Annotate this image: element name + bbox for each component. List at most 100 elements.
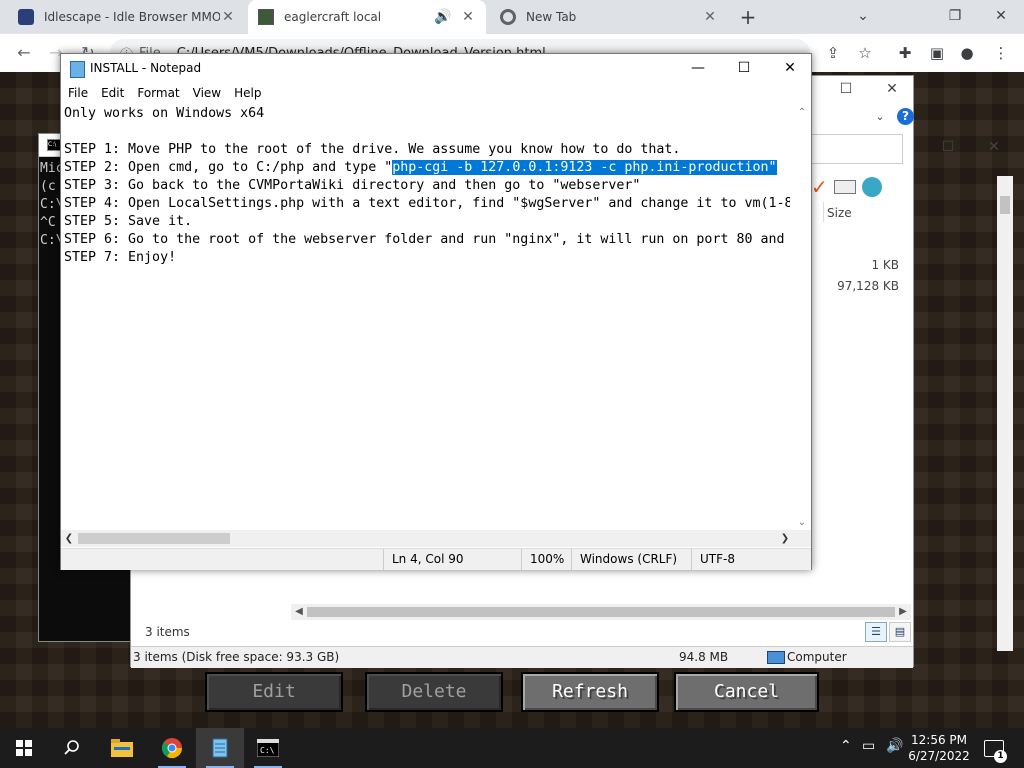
profile-avatar-icon[interactable]: ● [956,42,978,64]
network-icon[interactable]: ▭ [862,738,875,754]
chrome-taskbar-icon[interactable] [148,728,196,768]
text-line: STEP 4: Open LocalSettings.php with a te… [64,196,790,211]
cancel-button[interactable]: Cancel [674,672,819,712]
audio-playing-icon[interactable]: 🔊 [434,9,451,25]
large-icons-view-icon[interactable]: ▤ [889,622,911,642]
item-count: 3 items [145,625,190,639]
chevron-down-icon[interactable]: ⌄ [840,0,886,32]
text-line: STEP 1: Move PHP to the root of the driv… [64,142,681,157]
scroll-down-icon[interactable]: ⌄ [794,517,810,528]
notepad-taskbar-icon[interactable] [196,728,244,768]
explorer-maximize-icon-2[interactable]: ☐ [933,134,963,160]
text-line [64,123,790,141]
status-line-ending: Windows (CRLF) [571,549,691,570]
menu-edit[interactable]: Edit [94,86,130,100]
column-divider [823,202,824,222]
view-buttons: ☰ ▤ [865,622,911,642]
file-explorer-taskbar-icon[interactable] [98,728,146,768]
drive-icon[interactable] [833,180,856,194]
command-prompt-taskbar-icon[interactable]: C:\ [244,728,292,768]
file-size-1: 1 KB [871,258,899,272]
tab-label: New Tab [526,10,577,24]
maximize-icon[interactable]: ☐ [721,54,767,82]
close-window-icon[interactable]: ✕ [978,0,1024,32]
clock-date: 6/27/2022 [908,749,970,763]
text-line: STEP 7: Enjoy! [64,250,177,265]
notification-count-badge: 1 [994,750,1007,763]
text-segment: STEP 2: Open cmd, go to C:/php and type … [64,160,393,175]
notepad-vertical-scrollbar[interactable]: ⌃ ⌄ [794,105,810,530]
scroll-thumb[interactable] [1000,196,1010,214]
scroll-left-icon[interactable]: ❮ [61,530,77,547]
status-items-free-space: 3 items (Disk free space: 93.3 GB) [133,650,340,664]
details-view-icon[interactable]: ☰ [865,622,887,642]
clock-time: 12:56 PM [911,733,967,747]
svg-text:C:\: C:\ [260,746,275,755]
side-panel-icon[interactable]: ▣ [926,42,948,64]
status-cursor-position: Ln 4, Col 90 [383,549,521,570]
file-size-2: 97,128 KB [837,279,899,293]
explorer-horizontal-scrollbar[interactable]: ◀ ▶ [291,604,911,620]
notepad-window[interactable]: INSTALL - Notepad — ☐ ✕ File Edit Format… [60,53,812,570]
explorer-search-input[interactable] [811,134,903,164]
chrome-favicon-icon [500,9,516,25]
explorer-close-icon-2[interactable]: ✕ [979,134,1009,160]
explorer-status-bar: 3 items (Disk free space: 93.3 GB) 94.8 … [131,646,913,668]
explorer-close-icon[interactable]: ✕ [877,76,907,102]
menu-kebab-icon[interactable]: ⋮ [990,42,1012,64]
scroll-left-icon[interactable]: ◀ [291,604,307,620]
column-header-size[interactable]: Size [827,206,852,220]
share-icon[interactable]: ⇪ [822,42,844,64]
search-icon[interactable] [48,728,96,768]
delete-button[interactable]: Delete [365,672,503,712]
notepad-horizontal-scrollbar[interactable]: ❮ ❯ [61,530,811,547]
system-clock[interactable]: 12:56 PM 6/27/2022 [904,732,974,764]
notepad-status-bar: Ln 4, Col 90 100% Windows (CRLF) UTF-8 [61,548,811,570]
menu-format[interactable]: Format [130,86,185,100]
tab-close-icon[interactable]: ✕ [220,9,236,25]
close-icon[interactable]: ✕ [767,54,813,82]
ribbon-expand-chevron-icon[interactable]: ⌄ [865,104,895,130]
edit-button[interactable]: Edit [205,672,343,712]
tab-label: eaglercraft local [284,10,382,24]
scroll-right-icon[interactable]: ❯ [777,530,793,547]
scroll-right-icon[interactable]: ▶ [895,604,911,620]
tab-close-icon[interactable]: ✕ [702,9,718,25]
notepad-menu-bar: File Edit Format View Help [61,82,811,104]
explorer-vertical-scrollbar[interactable] [997,176,1013,651]
scroll-up-icon[interactable]: ⌃ [794,107,810,118]
scroll-thumb[interactable] [78,533,230,544]
new-tab-button[interactable]: + [736,4,760,30]
notepad-text-area[interactable]: Only works on Windows x64 STEP 1: Move P… [64,105,790,530]
help-icon[interactable]: ? [897,108,914,125]
show-hidden-icons-chevron-icon[interactable]: ⌃ [840,738,852,754]
bookmark-star-icon[interactable]: ☆ [854,42,876,64]
menu-file[interactable]: File [61,86,94,100]
notepad-title: INSTALL - Notepad [90,61,202,75]
restore-window-icon[interactable]: ❐ [932,0,978,32]
tab-eaglercraft[interactable]: eaglercraft local 🔊 ✕ [248,0,486,34]
status-size: 94.8 MB [679,650,729,664]
volume-icon[interactable]: 🔊 [886,738,903,754]
checkmark-icon[interactable]: ✓ [811,175,828,199]
notepad-titlebar[interactable]: INSTALL - Notepad — ☐ ✕ [61,54,811,82]
selected-text: php-cgi -b 127.0.0.1:9123 -c php.ini-pro… [392,160,777,175]
tab-close-icon[interactable]: ✕ [460,9,476,25]
explorer-toolbar-icons: ✓ [811,174,882,200]
notepad-app-icon [70,61,85,78]
windows-start-icon[interactable] [0,728,48,768]
extensions-puzzle-icon[interactable]: ✚ [894,42,916,64]
explorer-maximize-icon[interactable]: ☐ [831,76,861,102]
idlescape-favicon-icon [18,9,34,25]
tab-idlescape[interactable]: Idlescape - Idle Browser MMORPG ✕ [8,0,246,34]
back-arrow-icon[interactable]: ← [12,42,36,64]
browser-tab-bar: Idlescape - Idle Browser MMORPG ✕ eagler… [0,0,1024,34]
minimize-icon[interactable]: — [675,54,721,82]
computer-icon [767,651,785,664]
globe-icon[interactable] [861,177,882,197]
scroll-thumb[interactable] [307,607,895,617]
menu-help[interactable]: Help [227,86,267,100]
menu-view[interactable]: View [186,86,227,100]
refresh-button[interactable]: Refresh [521,672,659,712]
tab-new-tab[interactable]: New Tab ✕ [490,0,728,34]
